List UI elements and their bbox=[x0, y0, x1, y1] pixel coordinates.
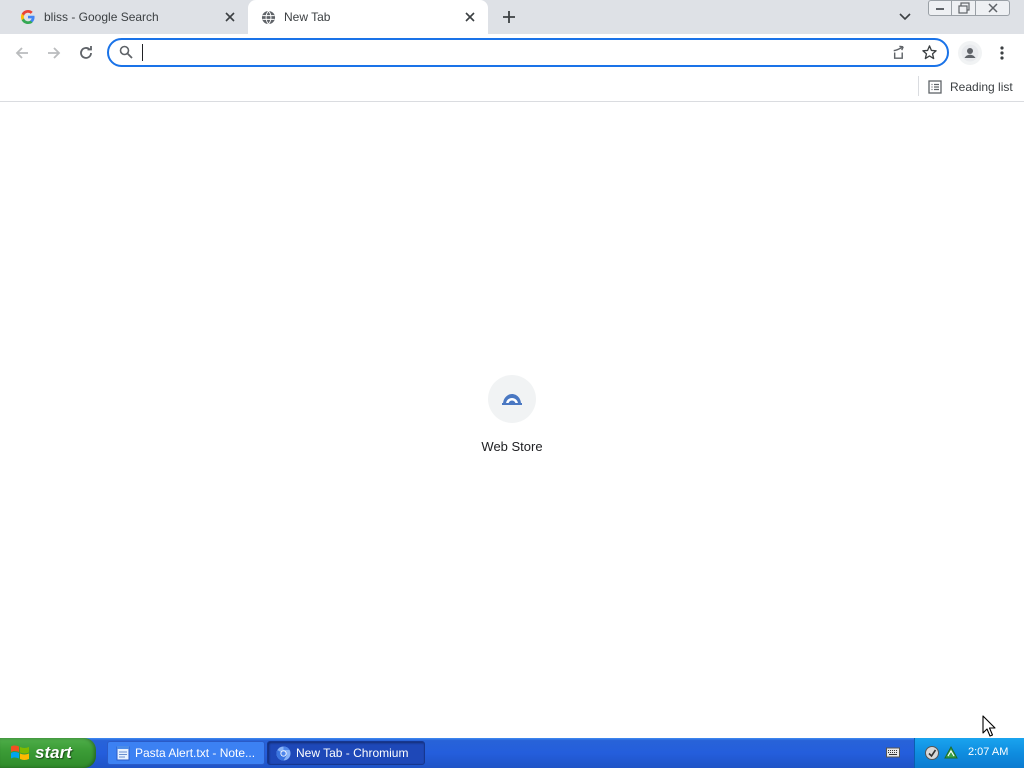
new-tab-button[interactable] bbox=[498, 7, 520, 27]
taskbar-item-label: New Tab - Chromium bbox=[296, 746, 409, 760]
start-button[interactable]: start bbox=[0, 738, 96, 768]
notepad-icon bbox=[116, 745, 130, 761]
keyboard-icon[interactable] bbox=[886, 746, 900, 758]
restore-icon bbox=[957, 2, 970, 14]
omnibox[interactable] bbox=[107, 38, 949, 67]
text-caret bbox=[142, 44, 143, 61]
shortcut-tile bbox=[488, 375, 536, 423]
plus-icon bbox=[503, 11, 515, 23]
back-button[interactable] bbox=[11, 42, 33, 64]
vertical-dots-icon bbox=[1000, 46, 1004, 60]
address-input[interactable] bbox=[141, 43, 871, 62]
windows-logo-icon bbox=[10, 743, 30, 763]
reading-list-button[interactable]: Reading list bbox=[928, 76, 1013, 98]
profile-button[interactable] bbox=[958, 41, 982, 65]
arrow-left-icon bbox=[15, 47, 28, 59]
web-store-icon bbox=[502, 394, 522, 405]
clock: 2:07 AM bbox=[968, 746, 1009, 758]
chevron-down-icon bbox=[899, 13, 911, 21]
share-icon[interactable] bbox=[889, 44, 906, 66]
taskbar: start Pasta Alert.txt - Note... New Tab … bbox=[0, 738, 1024, 768]
close-icon bbox=[987, 3, 998, 13]
bookmarks-bar: Reading list bbox=[0, 72, 1024, 102]
minimize-icon bbox=[936, 8, 944, 10]
close-tab-icon[interactable] bbox=[462, 9, 478, 25]
arrow-right-icon bbox=[48, 47, 61, 59]
shortcut-label: Web Store bbox=[481, 439, 543, 454]
security-shield-icon[interactable] bbox=[924, 745, 940, 761]
bookmarks-separator bbox=[918, 76, 919, 96]
menu-button[interactable] bbox=[992, 42, 1012, 64]
profile-avatar-icon bbox=[961, 44, 979, 62]
new-tab-page: Web Store bbox=[0, 103, 1024, 738]
tab-title: New Tab bbox=[284, 10, 331, 24]
search-icon bbox=[119, 45, 133, 64]
taskbar-item-notepad[interactable]: Pasta Alert.txt - Note... bbox=[107, 741, 265, 765]
tab-google-search[interactable]: bliss - Google Search bbox=[8, 0, 248, 34]
chromium-icon bbox=[276, 745, 291, 761]
mouse-cursor-icon bbox=[982, 715, 996, 742]
restore-button[interactable] bbox=[952, 0, 976, 16]
tab-search-button[interactable] bbox=[896, 8, 914, 26]
close-window-button[interactable] bbox=[976, 0, 1010, 16]
forward-button[interactable] bbox=[43, 42, 65, 64]
bookmark-star-icon[interactable] bbox=[921, 44, 938, 66]
google-g-icon bbox=[20, 9, 36, 25]
system-tray: 2:07 AM bbox=[914, 738, 1024, 768]
tab-strip: bliss - Google Search New Tab bbox=[0, 0, 1024, 34]
taskbar-item-label: Pasta Alert.txt - Note... bbox=[135, 746, 256, 760]
globe-icon bbox=[260, 9, 276, 25]
reading-list-label: Reading list bbox=[950, 80, 1013, 94]
shortcut-web-store[interactable]: Web Store bbox=[470, 375, 554, 465]
toolbar bbox=[0, 34, 1024, 72]
close-tab-icon[interactable] bbox=[222, 9, 238, 25]
start-label: start bbox=[35, 743, 72, 762]
reload-icon bbox=[80, 46, 92, 59]
taskbar-item-chromium[interactable]: New Tab - Chromium bbox=[267, 741, 425, 765]
tab-title: bliss - Google Search bbox=[44, 10, 159, 24]
reload-button[interactable] bbox=[75, 42, 97, 64]
network-icon[interactable] bbox=[943, 745, 959, 761]
reading-list-icon bbox=[928, 80, 942, 94]
minimize-button[interactable] bbox=[928, 0, 952, 16]
tab-new-tab[interactable]: New Tab bbox=[248, 0, 488, 34]
screen: bliss - Google Search New Tab Reading li… bbox=[0, 0, 1024, 768]
